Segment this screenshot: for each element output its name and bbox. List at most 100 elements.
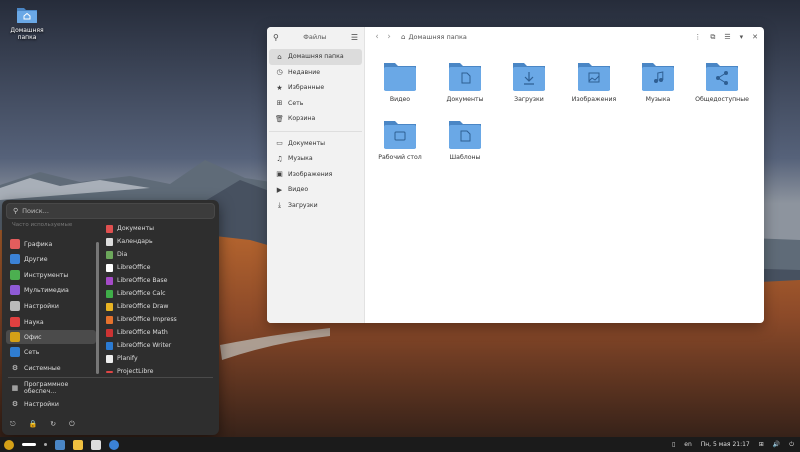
document-icon: ▭: [276, 139, 283, 148]
calendar-app-icon: [106, 237, 113, 246]
power-icon[interactable]: ⏻: [789, 441, 794, 449]
video-icon: ▶: [276, 185, 283, 194]
category-multimedia[interactable]: Мультимедиа: [6, 283, 96, 297]
scrollbar[interactable]: [96, 242, 99, 374]
planify-app-icon: [106, 354, 113, 363]
app-item[interactable]: Документы: [106, 222, 154, 235]
list-view-icon[interactable]: ☰: [724, 33, 730, 41]
file-manager-main: ‹ › ⌂ Домашняя папка ⋮ ⧉ ☰ ▾ ✕ Видео Док…: [365, 27, 764, 323]
app-item[interactable]: LibreOffice Math: [106, 326, 168, 339]
app-label: LibreOffice: [117, 264, 151, 271]
folder-item[interactable]: Рабочий стол: [368, 118, 432, 161]
folder-item[interactable]: Видео: [368, 60, 432, 103]
new-tab-icon[interactable]: ⧉: [710, 33, 715, 42]
sidebar-item-trash[interactable]: 🗑 Корзина: [269, 111, 362, 127]
folder-item[interactable]: Документы: [433, 60, 497, 103]
app-item[interactable]: LibreOffice Impress: [106, 313, 177, 326]
clipboard-icon[interactable]: ▯: [672, 441, 675, 448]
category-system[interactable]: ⚙ Системные: [6, 361, 96, 375]
logout-icon[interactable]: ⎋: [10, 420, 16, 429]
clock[interactable]: Пн, 5 мая 21:17: [701, 441, 750, 448]
settings-item[interactable]: ⚙ Настройки: [6, 397, 96, 411]
app-item[interactable]: ProjectLibre: [106, 365, 153, 378]
folder-item[interactable]: Шаблоны: [433, 118, 497, 161]
path-bar[interactable]: ⌂ Домашняя папка: [401, 33, 694, 41]
taskbar: ▯ en Пн, 5 мая 21:17 ⊞ 🔊 ⏻: [0, 437, 800, 452]
keyboard-layout[interactable]: en: [684, 441, 692, 448]
app-label: LibreOffice Draw: [117, 303, 169, 310]
sidebar-item-label: Видео: [288, 186, 309, 194]
workspace-indicator-dot[interactable]: [44, 443, 47, 446]
chevron-down-icon[interactable]: ▾: [740, 33, 744, 41]
sidebar-item-label: Корзина: [288, 115, 316, 123]
app-item[interactable]: Planify: [106, 352, 138, 365]
search-input[interactable]: ⚲ Поиск...: [6, 203, 215, 219]
lock-icon[interactable]: 🔒: [29, 420, 38, 429]
category-science[interactable]: Наука: [6, 315, 96, 329]
category-settings[interactable]: Настройки: [6, 299, 96, 313]
app-item[interactable]: LibreOffice Base: [106, 274, 167, 287]
app-label: LibreOffice Base: [117, 277, 168, 284]
desktop-home-folder[interactable]: Домашняя папка: [6, 6, 48, 41]
kebab-menu-icon[interactable]: ⋮: [694, 33, 701, 41]
restart-icon[interactable]: ↻: [50, 420, 56, 429]
other-icon: [10, 254, 20, 264]
home-folder-icon: [16, 6, 38, 24]
folder-item[interactable]: Изображения: [562, 60, 626, 103]
category-label: Графика: [24, 240, 53, 248]
taskbar-launchers: [0, 439, 119, 450]
file-manager-sidebar: ⚲ Файлы ☰ ⌂ Домашняя папка ◷ Недавние ★ …: [267, 27, 365, 323]
app-item[interactable]: LibreOffice Draw: [106, 300, 169, 313]
search-icon[interactable]: ⚲: [273, 33, 279, 42]
software-center-item[interactable]: ▦ Программное обеспеч...: [6, 381, 102, 395]
share-folder-icon: [705, 60, 739, 92]
software-taskbar-icon[interactable]: [91, 439, 101, 450]
volume-icon[interactable]: 🔊: [773, 441, 780, 448]
app-item[interactable]: Dia: [106, 248, 127, 261]
app-item[interactable]: LibreOffice Writer: [106, 339, 171, 352]
app-item[interactable]: Календарь: [106, 235, 153, 248]
sidebar-item-starred[interactable]: ★ Избранные: [269, 80, 362, 96]
text-editor-taskbar-icon[interactable]: [73, 439, 83, 450]
category-network[interactable]: Сеть: [6, 345, 96, 359]
folder-item[interactable]: Музыка: [626, 60, 690, 103]
trash-icon: 🗑: [275, 114, 284, 123]
app-item[interactable]: LibreOffice: [106, 261, 150, 274]
dia-app-icon: [106, 250, 113, 259]
start-menu-button[interactable]: [4, 439, 14, 450]
sidebar-item-home[interactable]: ⌂ Домашняя папка: [269, 49, 362, 65]
downloads-folder-icon: [512, 60, 546, 92]
libreoffice-math-icon: [106, 328, 113, 337]
folder-item[interactable]: Загрузки: [497, 60, 561, 103]
sidebar-item-label: Загрузки: [288, 201, 318, 209]
sidebar-item-network[interactable]: ⊞ Сеть: [269, 96, 362, 112]
sidebar-item-videos[interactable]: ▶ Видео: [269, 182, 362, 198]
forward-arrow-icon[interactable]: ›: [383, 32, 395, 42]
sidebar-divider: [269, 130, 362, 132]
back-arrow-icon[interactable]: ‹: [371, 32, 383, 42]
category-label: Наука: [24, 318, 44, 326]
category-graphics[interactable]: Графика: [6, 237, 96, 251]
sidebar-item-music[interactable]: ♫ Музыка: [269, 151, 362, 167]
category-other[interactable]: Другие: [6, 252, 96, 266]
hamburger-menu-icon[interactable]: ☰: [351, 33, 358, 42]
toolbar-tools: ⋮ ⧉ ☰ ▾ ✕: [694, 33, 758, 42]
sidebar-item-recent[interactable]: ◷ Недавние: [269, 65, 362, 81]
sidebar-item-pictures[interactable]: ▣ Изображения: [269, 167, 362, 183]
network-icon: [10, 347, 20, 357]
sidebar-item-documents[interactable]: ▭ Документы: [269, 136, 362, 152]
workspace-indicator[interactable]: [22, 443, 36, 446]
app-item[interactable]: LibreOffice Calc: [106, 287, 166, 300]
category-tools[interactable]: Инструменты: [6, 268, 96, 282]
file-manager-taskbar-icon[interactable]: [55, 439, 65, 450]
network-icon[interactable]: ⊞: [759, 441, 764, 448]
app-label: Календарь: [117, 238, 153, 245]
category-label: Мультимедиа: [24, 286, 69, 294]
sidebar-item-downloads[interactable]: ⤓ Загрузки: [269, 198, 362, 214]
close-icon[interactable]: ✕: [752, 33, 758, 41]
category-office[interactable]: Офис: [6, 330, 96, 344]
power-icon[interactable]: ⏻: [69, 420, 75, 429]
sidebar-item-label: Музыка: [288, 155, 313, 163]
browser-taskbar-icon[interactable]: [109, 439, 119, 450]
folder-item[interactable]: Общедоступные: [690, 60, 754, 103]
